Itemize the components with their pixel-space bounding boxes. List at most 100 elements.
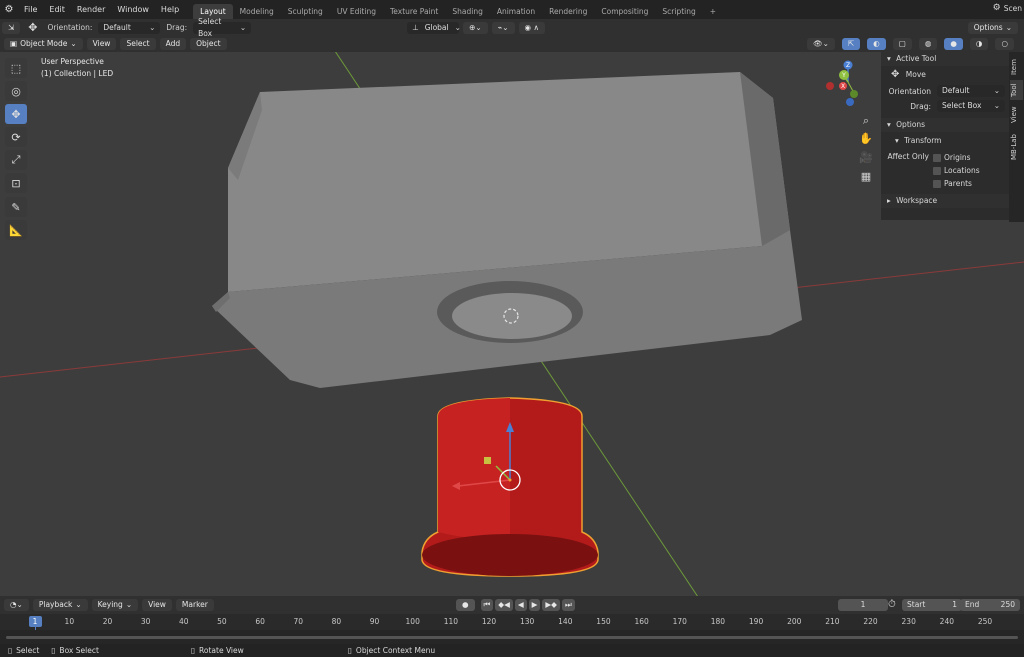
workspace-header[interactable]: ▸ Workspace — [881, 194, 1009, 208]
tab-shading[interactable]: Shading — [445, 4, 489, 19]
rendered-shading-icon[interactable]: ○ — [995, 38, 1014, 50]
menu-add[interactable]: Add — [159, 38, 187, 50]
chevron-down-icon: ⌄ — [239, 22, 247, 32]
object-mode-icon: ▣ — [10, 39, 18, 48]
3d-viewport[interactable]: User Perspective (1) Collection | LED Z … — [0, 52, 1024, 596]
options-header[interactable]: ▾ Options — [881, 118, 1009, 132]
timeline-tick-label: 40 — [179, 617, 189, 626]
menu-file[interactable]: File — [18, 0, 43, 19]
select-box-tool-icon[interactable]: ⬚ — [5, 58, 27, 78]
timeline-scrollbar[interactable] — [6, 636, 1018, 639]
mode-dropdown[interactable]: ▣ Object Mode ⌄ — [4, 38, 83, 50]
menu-playback[interactable]: Playback ⌄ — [32, 599, 88, 611]
pivot-point-button[interactable]: ⊕⌄ — [463, 21, 488, 34]
options-button[interactable]: Options ⌄ — [967, 21, 1018, 34]
snap-button[interactable]: ⌁⌄ — [491, 21, 515, 34]
menu-edit[interactable]: Edit — [43, 0, 71, 19]
cursor-tool-icon[interactable]: ◎ — [5, 81, 27, 101]
move-tool-icon[interactable]: ✥ — [5, 104, 27, 124]
overlay-toggle-icon[interactable]: ◐ — [867, 38, 886, 50]
tab-view[interactable]: View — [1010, 104, 1023, 126]
active-tool-header[interactable]: ▾ Active Tool — [881, 52, 1009, 66]
pan-hand-icon[interactable]: ✋ — [859, 132, 873, 146]
tab-sculpting[interactable]: Sculpting — [281, 4, 330, 19]
menu-timeline-view[interactable]: View — [142, 599, 172, 611]
jump-end-icon[interactable]: ⏭ — [561, 599, 575, 611]
material-shading-icon[interactable]: ◑ — [969, 38, 989, 50]
tab-item[interactable]: Item — [1010, 56, 1023, 78]
tab-compositing[interactable]: Compositing — [594, 4, 655, 19]
record-icon[interactable]: ● — [456, 599, 475, 611]
affect-parents-checkbox[interactable]: Parents — [933, 177, 980, 190]
prev-keyframe-icon[interactable]: ◆◀ — [495, 599, 513, 611]
xray-toggle-icon[interactable]: ▢ — [892, 38, 912, 50]
editor-type-icon[interactable]: ◔⌄ — [4, 599, 29, 611]
affect-locations-checkbox[interactable]: Locations — [933, 164, 980, 177]
tab-animation[interactable]: Animation — [490, 4, 542, 19]
npanel-drag-dropdown[interactable]: Select Box ⌄ — [937, 100, 1005, 112]
start-frame-field[interactable]: Start 1 — [902, 599, 962, 611]
npanel-orientation-dropdown[interactable]: Default ⌄ — [937, 85, 1005, 97]
next-keyframe-icon[interactable]: ▶◆ — [542, 599, 560, 611]
rotate-tool-icon[interactable]: ⟳ — [5, 127, 27, 147]
timeline-tick-label: 80 — [331, 617, 342, 626]
tab-modeling[interactable]: Modeling — [233, 4, 281, 19]
proportional-edit-button[interactable]: ◉ ∧ — [518, 21, 545, 34]
tab-tool[interactable]: Tool — [1010, 80, 1023, 100]
menu-select[interactable]: Select — [120, 38, 156, 50]
play-reverse-icon[interactable]: ◀ — [514, 599, 527, 611]
blender-logo-icon[interactable]: ⚙ — [0, 4, 18, 15]
menu-window[interactable]: Window — [111, 0, 155, 19]
scene-selector[interactable]: ⚙ Scen — [993, 3, 1022, 13]
stopwatch-icon[interactable]: ⏱ — [888, 599, 896, 610]
tab-mb-lab[interactable]: MB-Lab — [1010, 130, 1023, 164]
timeline-track[interactable] — [0, 630, 1024, 644]
menu-help[interactable]: Help — [155, 0, 185, 19]
solid-shading-icon[interactable]: ● — [944, 38, 963, 50]
scale-tool-icon[interactable]: ⤢ — [5, 150, 27, 170]
status-select: Select — [16, 646, 40, 655]
camera-view-icon[interactable]: 🎥 — [859, 151, 873, 165]
tab-uv-editing[interactable]: UV Editing — [330, 4, 383, 19]
active-tool-row: ✥ Move — [881, 66, 1009, 84]
transform-subheader[interactable]: ▾ Transform — [881, 134, 1009, 148]
annotate-tool-icon[interactable]: ✎ — [5, 197, 27, 217]
add-workspace-button[interactable]: + — [703, 4, 723, 19]
start-label: Start — [907, 600, 926, 609]
transform-tool-icon[interactable]: ⊡ — [5, 173, 27, 193]
menu-marker[interactable]: Marker — [175, 599, 214, 611]
measure-tool-icon[interactable]: 📐 — [5, 220, 27, 240]
options-label: Options — [973, 22, 1003, 32]
transform-orientation-dropdown[interactable]: ⊥ Global ⌄ — [407, 21, 461, 34]
tab-texture-paint[interactable]: Texture Paint — [383, 4, 445, 19]
navigation-gizmo[interactable]: Z Y X — [824, 58, 874, 108]
timeline-tick-label: 160 — [634, 617, 649, 626]
view-perspective-label: User Perspective — [41, 57, 104, 66]
gizmo-toggle-icon[interactable]: ⇱ — [841, 38, 861, 50]
end-frame-field[interactable]: End 250 — [960, 599, 1020, 611]
affect-origins-checkbox[interactable]: Origins — [933, 151, 980, 164]
menu-view[interactable]: View — [86, 38, 117, 50]
wireframe-shading-icon[interactable]: ◍ — [918, 38, 938, 50]
play-icon[interactable]: ▶ — [528, 599, 541, 611]
workspace-title: Workspace — [896, 196, 938, 205]
perspective-grid-icon[interactable]: ▦ — [859, 170, 873, 184]
menu-render[interactable]: Render — [71, 0, 111, 19]
mouse-middle-icon: ▯ — [190, 646, 196, 655]
transform-pivot-button[interactable]: ⇲ — [2, 21, 21, 34]
collection-label: (1) Collection | LED — [41, 69, 114, 78]
axis-icon: ⊥ — [412, 22, 419, 32]
drag-dropdown[interactable]: Select Box ⌄ — [193, 17, 252, 38]
menu-object[interactable]: Object — [190, 38, 227, 50]
tab-rendering[interactable]: Rendering — [542, 4, 594, 19]
orientation-dropdown[interactable]: Default ⌄ — [98, 21, 161, 34]
menu-keying[interactable]: Keying ⌄ — [91, 599, 139, 611]
tab-scripting[interactable]: Scripting — [655, 4, 702, 19]
timeline-tick-label: 190 — [748, 617, 764, 626]
current-frame-field[interactable]: 1 — [838, 599, 888, 611]
visibility-icon[interactable]: 👁⌄ — [807, 38, 835, 50]
orientation-value: Default — [103, 22, 131, 32]
jump-start-icon[interactable]: ⏮ — [480, 599, 494, 611]
zoom-icon[interactable]: ⌕ — [859, 114, 873, 128]
keying-label: Keying — [97, 600, 123, 609]
